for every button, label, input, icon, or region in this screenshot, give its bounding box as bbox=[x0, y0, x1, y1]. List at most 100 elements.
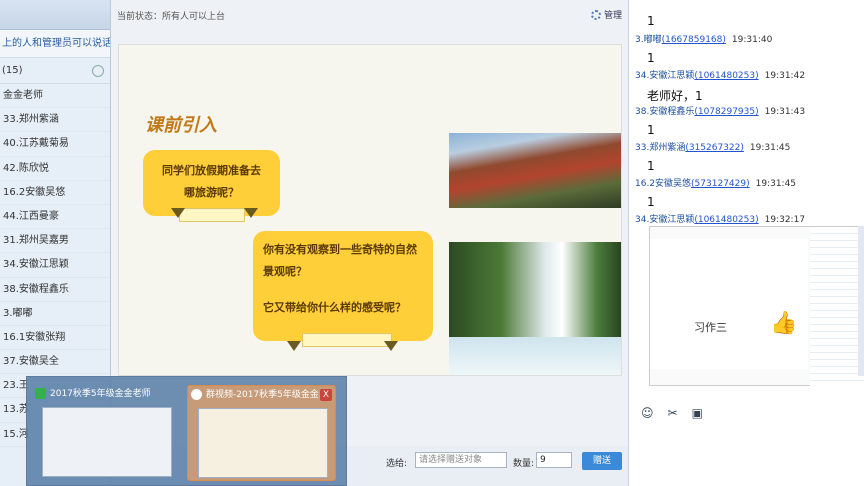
member-item[interactable]: 金金老师 bbox=[0, 84, 110, 109]
sender-qq[interactable]: (1667859168) bbox=[662, 35, 726, 45]
close-icon[interactable]: X bbox=[320, 389, 332, 401]
screenshot-member-list bbox=[810, 227, 864, 387]
member-item[interactable]: 16.2安徽吴悠 bbox=[0, 181, 110, 205]
message-sender: 34.安徽江思颖(1061480253) 19:31:42 bbox=[635, 68, 861, 81]
member-item[interactable]: 16.1安徽张翔 bbox=[0, 326, 110, 351]
add-user-icon[interactable] bbox=[92, 65, 104, 77]
sender-name: 34.安徽江思颖 bbox=[635, 71, 695, 81]
member-item[interactable]: 44.江西曼豪 bbox=[0, 205, 110, 230]
sender-name: 33.郑州紫涵 bbox=[635, 143, 686, 153]
message-time: 19:31:42 bbox=[764, 71, 806, 81]
member-item[interactable]: 34.安徽江思颖 bbox=[0, 253, 110, 278]
chat-panel: 1 3.嘟嘟(1667859168) 19:31:40 1 34.安徽江思颖(10… bbox=[628, 0, 864, 486]
send-gift-button[interactable]: 赠送 bbox=[582, 452, 622, 470]
window-title-text: 2017秋季5年级金金老师 bbox=[50, 389, 151, 399]
slide-title: 课前引入 bbox=[145, 115, 217, 136]
message-sender: 3.嘟嘟(1667859168) 19:31:40 bbox=[635, 32, 861, 45]
window-thumbnail bbox=[198, 408, 328, 478]
gear-icon bbox=[590, 9, 601, 20]
sender-qq[interactable]: (1061480253) bbox=[694, 71, 758, 81]
scissors-icon[interactable]: ✂ bbox=[668, 406, 678, 420]
window-preview-2[interactable]: 群视频-2017秋季5年级金金... X bbox=[187, 385, 336, 481]
member-item[interactable]: 42.陈欣悦 bbox=[0, 157, 110, 181]
bubble-tag bbox=[302, 333, 392, 347]
quantity-label: 数量: bbox=[513, 459, 535, 469]
message-text: 1 bbox=[647, 195, 655, 209]
member-count-label: (15) bbox=[2, 65, 23, 76]
message-text: 1 bbox=[647, 14, 655, 28]
sender-qq[interactable]: (1061480253) bbox=[694, 215, 758, 225]
chat-message: 3.嘟嘟(1667859168) 19:31:40 1 bbox=[635, 32, 861, 69]
message-time: 19:31:45 bbox=[755, 179, 797, 189]
bubble-pointer bbox=[244, 208, 258, 218]
member-item[interactable]: 40.江苏戴菊易 bbox=[0, 132, 110, 157]
bubble-tag bbox=[179, 208, 245, 222]
waterfall-photo bbox=[449, 242, 621, 375]
window-thumbnail bbox=[42, 407, 172, 477]
question-bubble-2: 你有没有观察到一些奇特的自然景观呢？ 它又带给你什么样的感受呢？ bbox=[253, 231, 433, 341]
recipient-select[interactable]: 请选择赠送对象 bbox=[415, 452, 507, 468]
chat-scrollbar[interactable] bbox=[858, 226, 864, 376]
screenshot-slide: 习作三 👍 bbox=[650, 239, 808, 369]
question-text-1: 同学们放假期准备去哪旅游呢？ bbox=[162, 164, 261, 199]
window-preview-title: 群视频-2017秋季5年级金金... bbox=[188, 386, 335, 404]
sender-qq[interactable]: (1078297935) bbox=[694, 107, 758, 117]
member-item[interactable]: 31.郑州吴嘉男 bbox=[0, 229, 110, 254]
chat-message: 33.郑州紫涵(315267322) 19:31:45 1 bbox=[635, 140, 861, 177]
thumbs-up-icon: 👍 bbox=[770, 311, 798, 336]
shared-screenshot[interactable]: 习作三 👍 bbox=[649, 226, 864, 387]
send-to-label: 选给: bbox=[386, 459, 408, 469]
quantity-select[interactable]: 9 bbox=[536, 452, 572, 468]
member-panel-header bbox=[0, 0, 110, 30]
manage-button[interactable]: 管理 bbox=[590, 8, 622, 21]
image-icon[interactable]: ▣ bbox=[692, 406, 703, 420]
chat-message: 34.安徽江思颖(1061480253) 19:32:17 bbox=[635, 212, 861, 225]
sender-name: 3.嘟嘟 bbox=[635, 35, 662, 45]
member-count: (15) bbox=[0, 58, 110, 84]
chat-message: 38.安徽程鑫乐(1078297935) 19:31:43 1 bbox=[635, 104, 861, 141]
stage-status: 当前状态：所有人可以上台 bbox=[117, 12, 226, 22]
canyon-photo bbox=[449, 133, 621, 208]
sender-qq[interactable]: (315267322) bbox=[685, 143, 744, 153]
member-item[interactable]: 33.郑州紫涵 bbox=[0, 108, 110, 133]
sender-name: 34.安徽江思颖 bbox=[635, 215, 695, 225]
message-time: 19:31:43 bbox=[764, 107, 806, 117]
sender-qq[interactable]: (573127429) bbox=[691, 179, 750, 189]
chat-message: 1 bbox=[635, 14, 861, 32]
message-time: 19:31:40 bbox=[731, 35, 773, 45]
member-item[interactable]: 38.安徽程鑫乐 bbox=[0, 278, 110, 302]
window-preview-title: 2017秋季5年级金金老师 bbox=[32, 385, 181, 403]
emoji-icon[interactable]: ☺ bbox=[641, 406, 654, 420]
screenshot-caption: 习作三 bbox=[694, 321, 727, 334]
message-text: 1 bbox=[647, 159, 655, 173]
bubble-pointer bbox=[171, 208, 185, 218]
question-bubble-1: 同学们放假期准备去哪旅游呢？ bbox=[143, 150, 280, 216]
message-text: 1 bbox=[647, 51, 655, 65]
message-sender: 34.安徽江思颖(1061480253) 19:32:17 bbox=[635, 212, 861, 225]
bubble-pointer bbox=[287, 341, 301, 351]
chat-message: 34.安徽江思颖(1061480253) 19:31:42 老师好，1 bbox=[635, 68, 861, 108]
question-text-3: 它又带给你什么样的感受呢？ bbox=[263, 301, 406, 314]
message-sender: 33.郑州紫涵(315267322) 19:31:45 bbox=[635, 140, 861, 153]
speaking-notice: 上的人和管理员可以说话 bbox=[0, 30, 110, 58]
manage-label: 管理 bbox=[603, 11, 622, 21]
message-time: 19:31:45 bbox=[749, 143, 791, 153]
message-text: 老师好，1 bbox=[647, 89, 703, 103]
chat-toolbar: ☺ ✂ ▣ bbox=[641, 406, 703, 420]
message-time: 19:32:17 bbox=[764, 215, 806, 225]
app-icon bbox=[191, 389, 202, 400]
message-text: 1 bbox=[647, 123, 655, 137]
member-item[interactable]: 37.安徽吴全 bbox=[0, 350, 110, 375]
message-sender: 38.安徽程鑫乐(1078297935) 19:31:43 bbox=[635, 104, 861, 117]
message-sender: 16.2安徽吴悠(573127429) 19:31:45 bbox=[635, 176, 861, 189]
app-icon bbox=[35, 388, 46, 399]
taskbar-preview: 2017秋季5年级金金老师 群视频-2017秋季5年级金金... X bbox=[26, 376, 347, 486]
sender-name: 16.2安徽吴悠 bbox=[635, 179, 692, 189]
member-item[interactable]: 3.嘟嘟 bbox=[0, 302, 110, 326]
chat-message: 16.2安徽吴悠(573127429) 19:31:45 1 bbox=[635, 176, 861, 213]
sender-name: 38.安徽程鑫乐 bbox=[635, 107, 695, 117]
question-text-2: 你有没有观察到一些奇特的自然景观呢？ bbox=[263, 243, 417, 278]
slide: 课前引入 同学们放假期准备去哪旅游呢？ 你有没有观察到一些奇特的自然景观呢？ 它… bbox=[118, 44, 622, 376]
bubble-pointer bbox=[384, 341, 398, 351]
window-preview-1[interactable]: 2017秋季5年级金金老师 bbox=[32, 385, 181, 481]
